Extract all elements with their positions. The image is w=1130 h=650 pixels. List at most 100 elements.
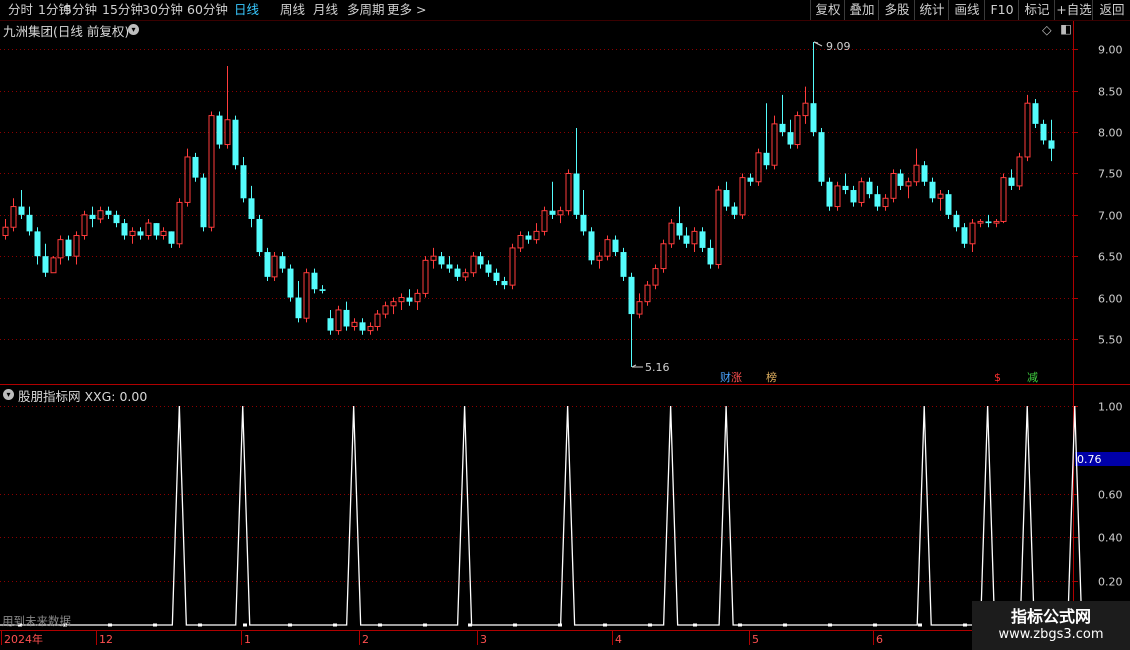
toolbar-button[interactable]: 返回: [1092, 0, 1130, 20]
toolbar-button[interactable]: 画线: [948, 0, 985, 20]
candle-body: [1000, 177, 1007, 222]
toolbar-button[interactable]: 统计: [914, 0, 949, 20]
period-tab[interactable]: 日线: [234, 0, 259, 20]
candle-body: [73, 235, 80, 257]
chevron-down-icon[interactable]: ▾: [128, 24, 139, 35]
candle-body: [969, 222, 976, 245]
toolbar-button[interactable]: 复权: [810, 0, 845, 20]
y-tick-label: 1.00: [1098, 401, 1123, 414]
candle-body: [50, 257, 57, 274]
diamond-icon[interactable]: ◇: [1042, 22, 1052, 37]
event-badge[interactable]: 涨: [730, 371, 743, 384]
toolbar-button[interactable]: 叠加: [844, 0, 879, 20]
candle-body: [993, 220, 1000, 224]
toolbar-button[interactable]: 多股: [878, 0, 915, 20]
period-tab[interactable]: 多周期: [347, 0, 385, 20]
x-tick-label: 3: [480, 633, 487, 646]
period-tab[interactable]: 15分钟: [102, 0, 143, 20]
candle-body: [208, 115, 215, 228]
candle-body: [557, 210, 564, 216]
candle-body: [295, 297, 302, 319]
candle-body: [834, 185, 841, 208]
candle-body: [1032, 103, 1039, 124]
candle-body: [921, 165, 928, 182]
y-tick-label: 9.00: [1098, 44, 1123, 57]
y-tick-label: 6.00: [1098, 293, 1123, 306]
event-badge[interactable]: 减: [1026, 371, 1039, 384]
event-badge[interactable]: 榜: [765, 371, 778, 384]
y-tick-label: 0.40: [1098, 532, 1123, 545]
candle-body: [802, 102, 809, 117]
candle-body: [929, 181, 936, 199]
candle-body: [351, 321, 358, 327]
period-tab[interactable]: 更多 >: [387, 0, 426, 20]
candle-body: [985, 221, 992, 224]
period-tab[interactable]: 分时: [8, 0, 33, 20]
candle-body: [65, 239, 72, 257]
candle-body: [565, 172, 572, 212]
baseline-marker: [108, 623, 112, 627]
x-tick-label: 12: [99, 633, 113, 646]
y-tick-label: 0.20: [1098, 576, 1123, 589]
x-tick-label: 1: [244, 633, 251, 646]
period-tab[interactable]: 周线: [280, 0, 305, 20]
candle-body: [493, 272, 500, 281]
baseline-marker: [873, 623, 877, 627]
baseline-marker: [783, 623, 787, 627]
candle-body: [367, 325, 374, 332]
candle-body: [905, 181, 912, 187]
candle-body: [715, 189, 722, 265]
candle-body: [588, 231, 595, 261]
candle-body: [422, 259, 429, 294]
candle-body: [660, 243, 667, 270]
x-tick-label: 2: [362, 633, 369, 646]
candle-body: [731, 206, 738, 215]
toolbar-button[interactable]: 标记: [1018, 0, 1055, 20]
high-label: 9.09: [826, 40, 851, 53]
candle-body: [866, 181, 873, 195]
y-tick-label: 5.50: [1098, 334, 1123, 347]
candle-body: [937, 193, 944, 199]
candle-body: [89, 214, 96, 219]
candle-body: [327, 318, 334, 331]
period-tab[interactable]: 30分钟: [142, 0, 183, 20]
candle-body: [1040, 123, 1047, 141]
low-arrow: [631, 364, 643, 368]
candle-body: [699, 231, 706, 248]
candle-body: [57, 239, 64, 259]
candle-body: [818, 132, 825, 182]
baseline-marker: [558, 623, 562, 627]
baseline-marker: [378, 623, 382, 627]
candle-body: [240, 165, 247, 199]
candle-body: [707, 247, 714, 265]
period-tab[interactable]: 60分钟: [187, 0, 228, 20]
period-tab[interactable]: 月线: [313, 0, 338, 20]
candle-body: [723, 190, 730, 207]
chevron-down-icon[interactable]: ▾: [3, 389, 14, 400]
candle-body: [335, 309, 342, 332]
candle-body: [97, 210, 104, 220]
candle-body: [279, 256, 286, 269]
candle-body: [779, 123, 786, 133]
candle-body: [691, 230, 698, 245]
candle-body: [462, 272, 469, 278]
candle-body: [668, 222, 675, 245]
baseline-marker: [963, 623, 967, 627]
candle-body: [763, 152, 770, 166]
candle-body: [390, 301, 397, 307]
period-tab[interactable]: 5分钟: [64, 0, 97, 20]
panel-toggle-icon[interactable]: ◧: [1060, 21, 1072, 36]
candle-body: [121, 223, 128, 236]
candle-body: [34, 231, 41, 257]
candle-body: [897, 173, 904, 186]
candle-body: [145, 222, 152, 237]
candle-body: [644, 284, 651, 303]
candle-body: [398, 297, 405, 303]
candle-body: [129, 230, 136, 237]
event-badge[interactable]: $: [993, 371, 1002, 384]
candle-body: [771, 123, 778, 166]
toolbar-button[interactable]: +自选: [1054, 0, 1093, 20]
candle-body: [359, 322, 366, 331]
candle-body: [430, 255, 437, 261]
toolbar-button[interactable]: F10: [984, 0, 1019, 20]
